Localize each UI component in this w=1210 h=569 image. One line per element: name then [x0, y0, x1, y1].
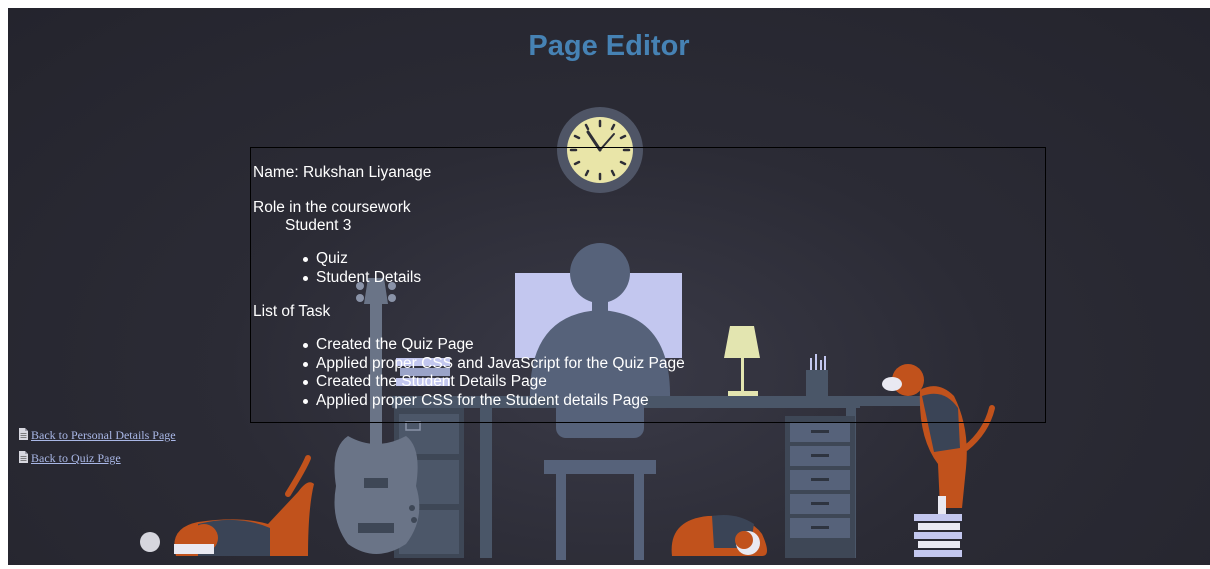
dog-sleeping-illustration — [671, 515, 767, 556]
back-to-personal-details-link[interactable]: Back to Personal Details Page — [31, 428, 176, 442]
role-item-student-details: Student Details — [303, 269, 421, 288]
role-item-quiz: Quiz — [303, 250, 421, 269]
dog-left-illustration — [140, 455, 314, 556]
document-icon — [19, 428, 28, 440]
role-list: Quiz Student Details — [303, 250, 421, 287]
document-icon — [19, 451, 28, 463]
task-list: Created the Quiz Page Applied proper CSS… — [303, 336, 685, 410]
page-background: Page Editor Name: Rukshan Liyanage Role … — [8, 8, 1210, 565]
role-value: Student 3 — [285, 217, 352, 234]
back-personal-details-row: Back to Personal Details Page — [19, 428, 176, 443]
task-item: Created the Student Details Page — [303, 373, 685, 392]
task-item: Applied proper CSS and JavaScript for th… — [303, 355, 685, 374]
member-name: Name: Rukshan Liyanage — [253, 164, 432, 181]
member-info-panel: Name: Rukshan Liyanage Role in the cours… — [250, 147, 1046, 423]
task-item: Created the Quiz Page — [303, 336, 685, 355]
task-item: Applied proper CSS for the Student detai… — [303, 392, 685, 411]
back-quiz-row: Back to Quiz Page — [19, 451, 121, 466]
role-heading: Role in the coursework — [253, 199, 411, 216]
tasks-heading: List of Task — [253, 303, 331, 320]
page-title: Page Editor — [528, 30, 690, 62]
back-to-quiz-link[interactable]: Back to Quiz Page — [31, 451, 121, 465]
